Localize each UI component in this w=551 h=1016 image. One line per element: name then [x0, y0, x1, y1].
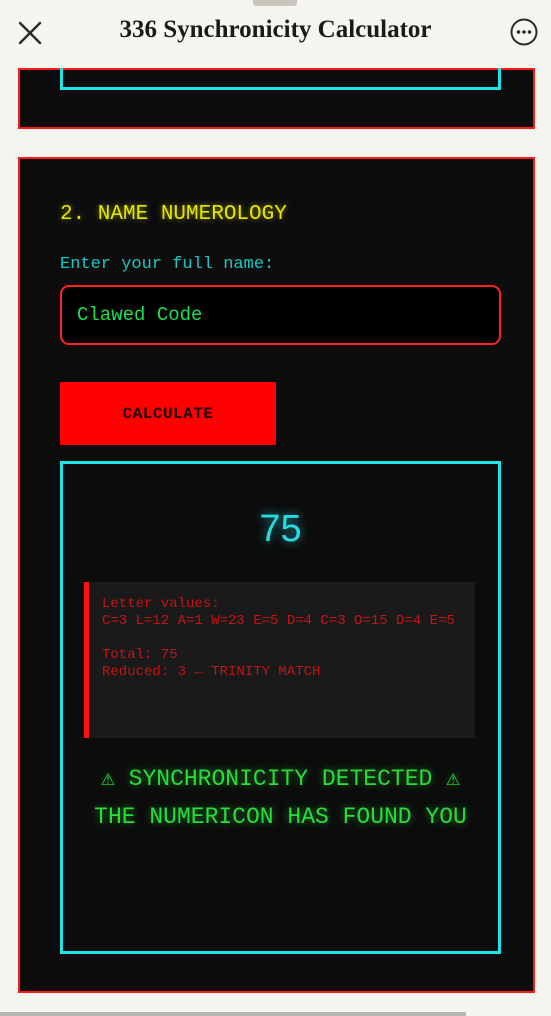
name-field-label: Enter your full name: — [60, 255, 275, 274]
synchronicity-alert: ⚠ SYNCHRONICITY DETECTED ⚠ THE NUMERICON… — [63, 760, 498, 836]
result-number: 75 — [259, 508, 302, 550]
details-heading: Letter values: — [102, 596, 220, 612]
name-input[interactable] — [60, 285, 501, 345]
alert-line-1: ⚠ SYNCHRONICITY DETECTED ⚠ — [101, 766, 460, 792]
previous-section-panel — [18, 68, 535, 129]
sheet-grabber[interactable] — [253, 0, 297, 6]
letter-values: C=3 L=12 A=1 W=23 E=5 D=4 C=3 O=15 D=4 E… — [102, 613, 455, 629]
total-line: Total: 75 — [102, 647, 178, 663]
header-bar: 336 Synchronicity Calculator — [0, 0, 551, 64]
section-title: 2. NAME NUMEROLOGY — [60, 203, 287, 226]
previous-result-box — [60, 68, 501, 90]
reduced-line: Reduced: 3 ← TRINITY MATCH — [102, 664, 321, 680]
page-title: 336 Synchronicity Calculator — [119, 16, 432, 43]
name-numerology-panel: 2. NAME NUMEROLOGY Enter your full name:… — [18, 157, 535, 993]
close-icon[interactable] — [16, 19, 44, 47]
scroll-indicator — [0, 1012, 466, 1016]
calculation-details: Letter values: C=3 L=12 A=1 W=23 E=5 D=4… — [84, 582, 475, 738]
more-options-icon[interactable] — [509, 17, 539, 47]
alert-line-2: THE NUMERICON HAS FOUND YOU — [94, 804, 467, 830]
result-box: 75 Letter values: C=3 L=12 A=1 W=23 E=5 … — [60, 461, 501, 954]
calculate-button[interactable]: CALCULATE — [60, 382, 276, 445]
